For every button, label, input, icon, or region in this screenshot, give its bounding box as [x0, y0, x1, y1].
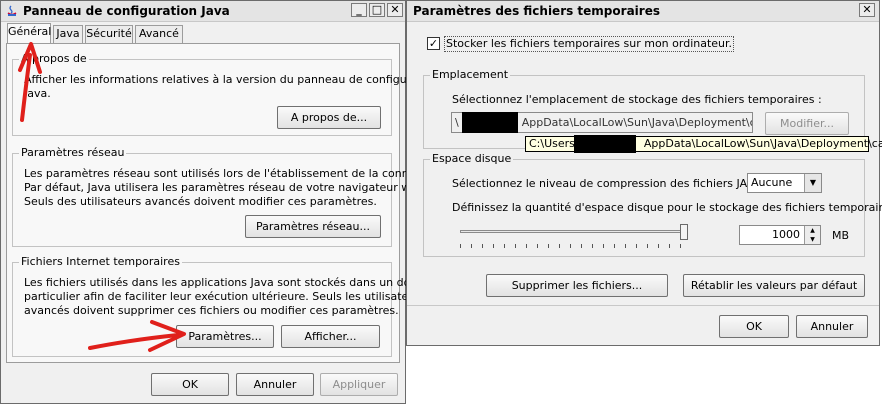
slider-thumb[interactable]	[680, 224, 688, 240]
arrow-to-settings-button	[88, 320, 186, 352]
location-group-title: Emplacement	[430, 68, 511, 81]
location-path-suffix: AppData\LocalLow\Sun\Java\Deployment\cac…	[521, 116, 752, 129]
compression-select[interactable]: Aucune ▼	[747, 173, 822, 193]
spinner-arrows-icon: ▲ ▼	[804, 226, 820, 244]
restore-defaults-button[interactable]: Rétablir les valeurs par défaut	[683, 274, 865, 297]
disk-space-label: Définissez la quantité d'espace disque p…	[452, 201, 882, 214]
slider-ticks	[460, 244, 688, 248]
keep-temp-files-checkbox[interactable]: ✓	[427, 37, 440, 50]
delete-files-button[interactable]: Supprimer les fichiers...	[486, 274, 668, 297]
disk-space-spinner[interactable]: 1000 ▲ ▼	[739, 225, 821, 245]
disk-space-slider[interactable]	[460, 224, 690, 250]
disk-space-value: 1000	[772, 228, 800, 241]
location-path-prefix: \	[455, 116, 459, 129]
slider-track	[460, 230, 688, 233]
tooltip-path-prefix: C:\Users	[529, 137, 575, 150]
temp-files-settings-dialog: Paramètres des fichiers temporaires ✕ ✓ …	[406, 0, 882, 346]
dialog-title: Paramètres des fichiers temporaires	[413, 4, 660, 18]
dialog-cancel-button[interactable]: Annuler	[796, 315, 868, 338]
chevron-down-icon: ▼	[804, 174, 821, 192]
dialog-footer-separator	[407, 305, 879, 306]
disk-space-group: Espace disque Sélectionnez le niveau de …	[423, 152, 882, 257]
arrow-to-general-tab	[18, 42, 42, 122]
dialog-ok-button[interactable]: OK	[719, 315, 789, 338]
location-prompt: Sélectionnez l'emplacement de stockage d…	[452, 93, 822, 106]
keep-temp-files-label[interactable]: Stocker les fichiers temporaires sur mon…	[444, 36, 735, 52]
dialog-close-button[interactable]: ✕	[859, 3, 875, 17]
tooltip-path-suffix: AppData\LocalLow\Sun\Java\Deployment\cac…	[643, 137, 882, 150]
compression-label: Sélectionnez le niveau de compression de…	[452, 177, 762, 190]
compression-value: Aucune	[751, 176, 793, 189]
annotation-arrows	[18, 42, 186, 352]
dialog-title-bar: Paramètres des fichiers temporaires ✕	[407, 1, 879, 22]
disk-space-group-title: Espace disque	[430, 152, 514, 165]
redacted-username	[462, 112, 518, 133]
modify-location-button[interactable]: Modifier...	[765, 112, 849, 135]
disk-space-unit: MB	[832, 229, 850, 242]
redacted-username-tooltip	[574, 135, 636, 153]
